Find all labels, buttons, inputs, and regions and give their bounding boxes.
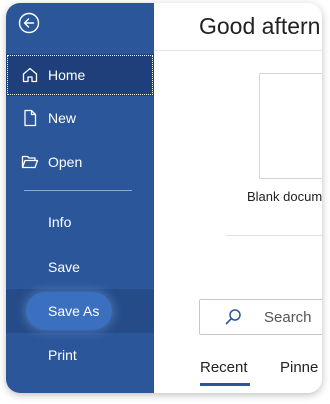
active-tab-indicator xyxy=(200,383,250,386)
sidebar-item-label: Open xyxy=(48,154,83,170)
search-icon xyxy=(224,308,242,326)
sidebar-item-save[interactable]: Save xyxy=(6,246,154,288)
backstage-sidebar: Home New Open Info Save Save As Print xyxy=(6,3,154,393)
folder-open-icon xyxy=(21,153,39,171)
sidebar-item-label: Info xyxy=(48,214,72,230)
sidebar-item-label: Save xyxy=(48,259,80,275)
sidebar-item-open[interactable]: Open xyxy=(6,141,154,183)
new-document-icon xyxy=(21,109,39,127)
sidebar-item-new[interactable]: New xyxy=(6,97,154,139)
sidebar-item-label: New xyxy=(48,110,77,126)
sidebar-item-info[interactable]: Info xyxy=(6,201,154,243)
app-window: Home New Open Info Save Save As Print Go… xyxy=(6,3,322,393)
tab-pinned[interactable]: Pinne xyxy=(280,359,318,376)
sidebar-item-label: Print xyxy=(48,347,77,363)
back-button[interactable] xyxy=(18,12,40,34)
blank-document-label: Blank docum xyxy=(247,189,322,204)
tab-label: Recent xyxy=(200,359,248,376)
greeting-heading: Good aftern xyxy=(199,13,321,39)
sidebar-item-label: Home xyxy=(48,67,86,83)
back-arrow-icon xyxy=(18,12,40,34)
home-pane: Good aftern Blank docum Search Recent Pi… xyxy=(154,3,322,393)
tab-label: Pinne xyxy=(280,359,319,376)
section-divider xyxy=(226,235,322,236)
sidebar-item-label: Save As xyxy=(48,303,100,319)
sidebar-item-save-as[interactable]: Save As xyxy=(6,289,154,333)
home-icon xyxy=(21,66,39,84)
header-divider xyxy=(154,50,322,51)
sidebar-item-home[interactable]: Home xyxy=(6,54,154,96)
blank-document-thumbnail[interactable] xyxy=(259,73,322,179)
search-placeholder: Search xyxy=(264,309,312,326)
sidebar-item-print[interactable]: Print xyxy=(6,334,154,376)
sidebar-divider xyxy=(24,190,132,191)
tab-recent[interactable]: Recent xyxy=(200,359,250,386)
search-input[interactable]: Search xyxy=(199,299,322,335)
